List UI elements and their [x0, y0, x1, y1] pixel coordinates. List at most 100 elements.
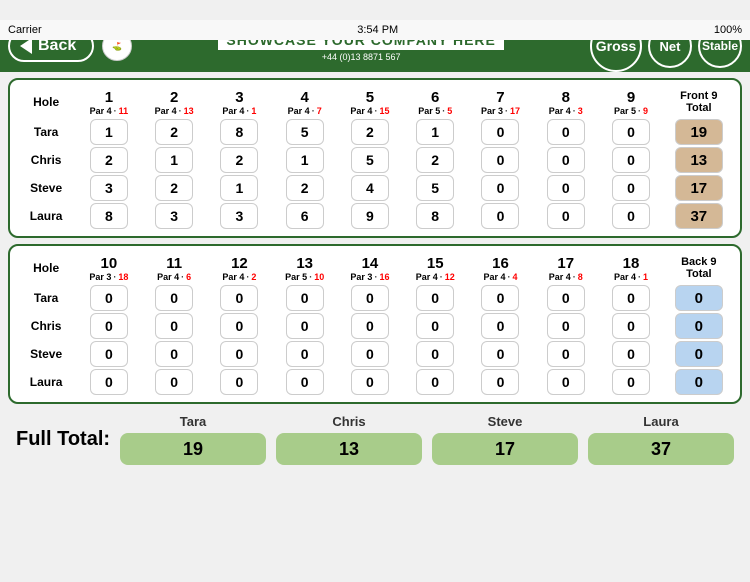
front9-score-p3-h0[interactable] [76, 202, 141, 230]
back9-score-p0-h3[interactable] [272, 284, 337, 312]
front9-score-p1-h7[interactable] [533, 146, 598, 174]
front9-score-p2-h8[interactable] [598, 174, 663, 202]
back9-hole-11-header: 11 Par 4 · 6 [142, 252, 207, 284]
front9-score-p3-h6[interactable] [468, 202, 533, 230]
back9-score-p2-h3[interactable] [272, 340, 337, 368]
front9-score-p0-h4[interactable] [337, 118, 402, 146]
back9-score-p1-h8[interactable] [598, 312, 663, 340]
full-total-label: Full Total: [16, 428, 110, 451]
front9-score-p1-h8[interactable] [598, 146, 663, 174]
back9-score-p0-h6[interactable] [468, 284, 533, 312]
front9-score-p0-h3[interactable] [272, 118, 337, 146]
back9-score-p2-h6[interactable] [468, 340, 533, 368]
company-sub: +44 (0)13 8871 567 [322, 52, 401, 62]
front9-score-p0-h0[interactable] [76, 118, 141, 146]
front9-score-p0-h6[interactable] [468, 118, 533, 146]
back9-score-p1-h1[interactable] [142, 312, 207, 340]
back9-score-p3-h2[interactable] [207, 368, 272, 396]
back9-player-name-0: Tara [16, 284, 76, 312]
front9-score-p3-h4[interactable] [337, 202, 402, 230]
full-total-player-1: Chris13 [276, 414, 422, 465]
front9-score-p2-h2[interactable] [207, 174, 272, 202]
back9-score-p2-h2[interactable] [207, 340, 272, 368]
back9-score-p2-h1[interactable] [142, 340, 207, 368]
front9-score-p0-h2[interactable] [207, 118, 272, 146]
back9-score-p1-h5[interactable] [403, 312, 468, 340]
back9-score-p3-h5[interactable] [403, 368, 468, 396]
back9-total-p1: 0 [664, 312, 734, 340]
full-total-score-1: 13 [276, 433, 422, 465]
back9-score-p0-h2[interactable] [207, 284, 272, 312]
back9-score-p0-h8[interactable] [598, 284, 663, 312]
back9-score-p1-h0[interactable] [76, 312, 141, 340]
back9-player-row-2: Steve0 [16, 340, 734, 368]
back9-score-p0-h1[interactable] [142, 284, 207, 312]
front9-hole-2-header: 2 Par 4 · 13 [142, 86, 207, 118]
front9-total-p1: 13 [664, 146, 734, 174]
back9-score-p1-h2[interactable] [207, 312, 272, 340]
front9-score-p3-h1[interactable] [142, 202, 207, 230]
back9-score-p2-h8[interactable] [598, 340, 663, 368]
back9-score-p3-h0[interactable] [76, 368, 141, 396]
front9-score-p2-h3[interactable] [272, 174, 337, 202]
front9-score-p3-h3[interactable] [272, 202, 337, 230]
front9-score-p1-h5[interactable] [403, 146, 468, 174]
hole-label: Hole [16, 86, 76, 118]
back9-score-p3-h7[interactable] [533, 368, 598, 396]
front9-score-p0-h1[interactable] [142, 118, 207, 146]
front9-score-p2-h6[interactable] [468, 174, 533, 202]
back9-score-p1-h4[interactable] [337, 312, 402, 340]
full-total-players: Tara19Chris13Steve17Laura37 [120, 414, 734, 465]
front9-score-p3-h5[interactable] [403, 202, 468, 230]
front9-score-p1-h4[interactable] [337, 146, 402, 174]
back9-score-p3-h3[interactable] [272, 368, 337, 396]
back9-score-p1-h6[interactable] [468, 312, 533, 340]
front9-score-p1-h6[interactable] [468, 146, 533, 174]
back9-score-p3-h8[interactable] [598, 368, 663, 396]
front9-player-row-0: Tara19 [16, 118, 734, 146]
back9-score-p3-h1[interactable] [142, 368, 207, 396]
full-total-name-0: Tara [180, 414, 207, 429]
front9-score-p3-h8[interactable] [598, 202, 663, 230]
full-total-name-3: Laura [643, 414, 678, 429]
back9-score-p3-h4[interactable] [337, 368, 402, 396]
front9-score-p2-h4[interactable] [337, 174, 402, 202]
back9-score-p3-h6[interactable] [468, 368, 533, 396]
front9-score-p2-h7[interactable] [533, 174, 598, 202]
back9-score-p0-h0[interactable] [76, 284, 141, 312]
front9-score-p1-h3[interactable] [272, 146, 337, 174]
front9-score-p1-h2[interactable] [207, 146, 272, 174]
back9-score-p1-h3[interactable] [272, 312, 337, 340]
front9-score-p1-h1[interactable] [142, 146, 207, 174]
back9-player-row-0: Tara0 [16, 284, 734, 312]
back9-total-p2: 0 [664, 340, 734, 368]
front9-score-p3-h7[interactable] [533, 202, 598, 230]
back9-hole-10-header: 10 Par 3 · 18 [76, 252, 141, 284]
front9-score-p0-h5[interactable] [403, 118, 468, 146]
back9-score-p2-h5[interactable] [403, 340, 468, 368]
front9-score-p2-h1[interactable] [142, 174, 207, 202]
front9-score-p0-h7[interactable] [533, 118, 598, 146]
front9-score-p2-h5[interactable] [403, 174, 468, 202]
back9-score-p0-h4[interactable] [337, 284, 402, 312]
back9-score-p0-h7[interactable] [533, 284, 598, 312]
front9-hole-6-header: 6 Par 5 · 5 [403, 86, 468, 118]
front9-hole-8-header: 8 Par 4 · 3 [533, 86, 598, 118]
back9-hole-12-header: 12 Par 4 · 2 [207, 252, 272, 284]
back9-player-row-3: Laura0 [16, 368, 734, 396]
back9-score-p1-h7[interactable] [533, 312, 598, 340]
front9-score-p2-h0[interactable] [76, 174, 141, 202]
back9-score-p0-h5[interactable] [403, 284, 468, 312]
back9-score-p2-h0[interactable] [76, 340, 141, 368]
status-bar: Carrier 3:54 PM 100% [0, 20, 750, 40]
full-total-score-2: 17 [432, 433, 578, 465]
back9-score-p2-h4[interactable] [337, 340, 402, 368]
front9-player-name-2: Steve [16, 174, 76, 202]
front9-score-p1-h0[interactable] [76, 146, 141, 174]
carrier-label: Carrier [8, 24, 42, 36]
front9-score-p3-h2[interactable] [207, 202, 272, 230]
front9-score-p0-h8[interactable] [598, 118, 663, 146]
back9-hole-13-header: 13 Par 5 · 10 [272, 252, 337, 284]
back9-score-p2-h7[interactable] [533, 340, 598, 368]
back9-player-row-1: Chris0 [16, 312, 734, 340]
